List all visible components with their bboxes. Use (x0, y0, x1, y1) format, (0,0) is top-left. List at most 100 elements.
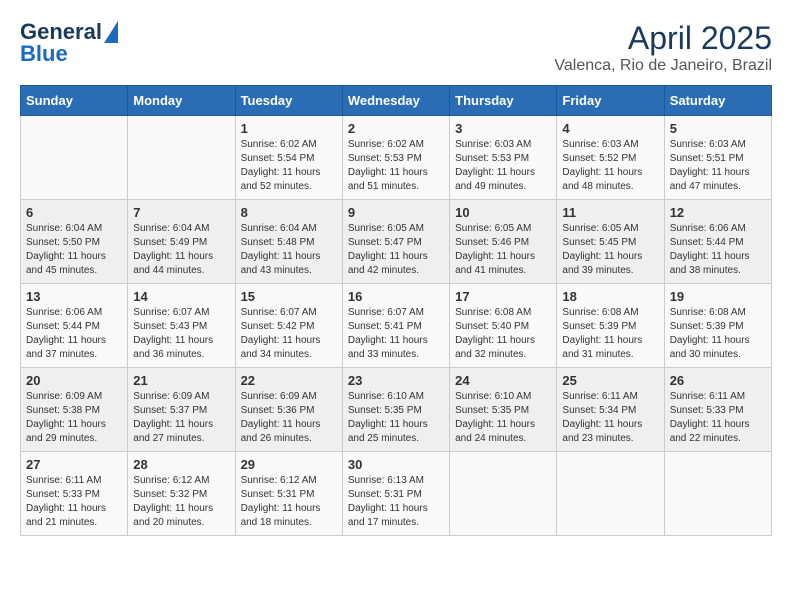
day-cell: 2 Sunrise: 6:02 AMSunset: 5:53 PMDaylight… (342, 116, 449, 200)
day-cell: 4 Sunrise: 6:03 AMSunset: 5:52 PMDaylight… (557, 116, 664, 200)
day-info: Sunrise: 6:02 AMSunset: 5:53 PMDaylight:… (348, 138, 444, 194)
week-row-4: 20 Sunrise: 6:09 AMSunset: 5:38 PMDayligh… (21, 368, 772, 452)
calendar-table: SundayMondayTuesdayWednesdayThursdayFrid… (20, 85, 772, 536)
day-cell: 5Sunrise: 6:03 AMSunset: 5:51 PMDaylight… (664, 116, 771, 200)
day-number: 28 (133, 457, 229, 472)
day-number: 21 (133, 373, 229, 388)
day-cell: 9 Sunrise: 6:05 AMSunset: 5:47 PMDaylight… (342, 200, 449, 284)
day-cell: 13Sunrise: 6:06 AMSunset: 5:44 PMDayligh… (21, 284, 128, 368)
day-cell (450, 452, 557, 536)
day-number: 8 (241, 205, 337, 220)
logo-blue-text: Blue (20, 42, 118, 66)
day-cell (557, 452, 664, 536)
day-number: 19 (670, 289, 766, 304)
week-row-5: 27 Sunrise: 6:11 AMSunset: 5:33 PMDayligh… (21, 452, 772, 536)
page-header: General Blue April 2025 Valenca, Rio de … (20, 20, 772, 75)
day-cell: 19Sunrise: 6:08 AMSunset: 5:39 PMDayligh… (664, 284, 771, 368)
day-number: 10 (455, 205, 551, 220)
location-title: Valenca, Rio de Janeiro, Brazil (554, 57, 772, 75)
day-cell: 1 Sunrise: 6:02 AMSunset: 5:54 PMDaylight… (235, 116, 342, 200)
col-header-tuesday: Tuesday (235, 86, 342, 116)
day-number: 18 (562, 289, 658, 304)
day-number: 30 (348, 457, 444, 472)
day-info: Sunrise: 6:08 AMSunset: 5:39 PMDaylight:… (562, 306, 658, 362)
day-number: 9 (348, 205, 444, 220)
day-number: 22 (241, 373, 337, 388)
day-info: Sunrise: 6:09 AMSunset: 5:36 PMDaylight:… (241, 390, 337, 446)
day-cell: 29 Sunrise: 6:12 AMSunset: 5:31 PMDayligh… (235, 452, 342, 536)
day-cell: 6Sunrise: 6:04 AMSunset: 5:50 PMDaylight… (21, 200, 128, 284)
day-info: Sunrise: 6:10 AMSunset: 5:35 PMDaylight:… (455, 390, 551, 446)
week-row-2: 6Sunrise: 6:04 AMSunset: 5:50 PMDaylight… (21, 200, 772, 284)
day-number: 7 (133, 205, 229, 220)
day-cell: 23 Sunrise: 6:10 AMSunset: 5:35 PMDayligh… (342, 368, 449, 452)
day-cell: 7 Sunrise: 6:04 AMSunset: 5:49 PMDaylight… (128, 200, 235, 284)
logo-triangle-icon (104, 21, 118, 43)
day-info: Sunrise: 6:13 AMSunset: 5:31 PMDaylight:… (348, 474, 444, 530)
day-cell: 17 Sunrise: 6:08 AMSunset: 5:40 PMDayligh… (450, 284, 557, 368)
day-info: Sunrise: 6:09 AMSunset: 5:38 PMDaylight:… (26, 390, 122, 446)
day-info: Sunrise: 6:04 AMSunset: 5:48 PMDaylight:… (241, 222, 337, 278)
day-number: 17 (455, 289, 551, 304)
day-info: Sunrise: 6:09 AMSunset: 5:37 PMDaylight:… (133, 390, 229, 446)
day-info: Sunrise: 6:11 AMSunset: 5:33 PMDaylight:… (670, 390, 766, 446)
day-cell: 15 Sunrise: 6:07 AMSunset: 5:42 PMDayligh… (235, 284, 342, 368)
day-number: 16 (348, 289, 444, 304)
week-row-1: 1 Sunrise: 6:02 AMSunset: 5:54 PMDaylight… (21, 116, 772, 200)
col-header-friday: Friday (557, 86, 664, 116)
day-info: Sunrise: 6:02 AMSunset: 5:54 PMDaylight:… (241, 138, 337, 194)
col-header-thursday: Thursday (450, 86, 557, 116)
day-number: 11 (562, 205, 658, 220)
day-info: Sunrise: 6:05 AMSunset: 5:47 PMDaylight:… (348, 222, 444, 278)
day-info: Sunrise: 6:04 AMSunset: 5:50 PMDaylight:… (26, 222, 122, 278)
day-number: 29 (241, 457, 337, 472)
col-header-wednesday: Wednesday (342, 86, 449, 116)
day-info: Sunrise: 6:03 AMSunset: 5:53 PMDaylight:… (455, 138, 551, 194)
day-cell: 21 Sunrise: 6:09 AMSunset: 5:37 PMDayligh… (128, 368, 235, 452)
day-info: Sunrise: 6:05 AMSunset: 5:45 PMDaylight:… (562, 222, 658, 278)
day-number: 27 (26, 457, 122, 472)
day-number: 24 (455, 373, 551, 388)
day-cell: 16Sunrise: 6:07 AMSunset: 5:41 PMDayligh… (342, 284, 449, 368)
day-number: 1 (241, 121, 337, 136)
day-cell: 26 Sunrise: 6:11 AMSunset: 5:33 PMDayligh… (664, 368, 771, 452)
day-number: 25 (562, 373, 658, 388)
day-cell: 22 Sunrise: 6:09 AMSunset: 5:36 PMDayligh… (235, 368, 342, 452)
header-row: SundayMondayTuesdayWednesdayThursdayFrid… (21, 86, 772, 116)
title-block: April 2025 Valenca, Rio de Janeiro, Braz… (554, 20, 772, 75)
day-info: Sunrise: 6:08 AMSunset: 5:40 PMDaylight:… (455, 306, 551, 362)
logo: General Blue (20, 20, 118, 66)
day-info: Sunrise: 6:12 AMSunset: 5:32 PMDaylight:… (133, 474, 229, 530)
day-cell: 27 Sunrise: 6:11 AMSunset: 5:33 PMDayligh… (21, 452, 128, 536)
day-cell: 14Sunrise: 6:07 AMSunset: 5:43 PMDayligh… (128, 284, 235, 368)
day-number: 12 (670, 205, 766, 220)
day-info: Sunrise: 6:11 AMSunset: 5:34 PMDaylight:… (562, 390, 658, 446)
month-title: April 2025 (554, 20, 772, 57)
day-info: Sunrise: 6:03 AMSunset: 5:52 PMDaylight:… (562, 138, 658, 194)
day-cell: 28 Sunrise: 6:12 AMSunset: 5:32 PMDayligh… (128, 452, 235, 536)
day-number: 15 (241, 289, 337, 304)
col-header-saturday: Saturday (664, 86, 771, 116)
day-info: Sunrise: 6:12 AMSunset: 5:31 PMDaylight:… (241, 474, 337, 530)
day-number: 4 (562, 121, 658, 136)
day-info: Sunrise: 6:05 AMSunset: 5:46 PMDaylight:… (455, 222, 551, 278)
day-cell: 25 Sunrise: 6:11 AMSunset: 5:34 PMDayligh… (557, 368, 664, 452)
day-info: Sunrise: 6:04 AMSunset: 5:49 PMDaylight:… (133, 222, 229, 278)
day-cell (664, 452, 771, 536)
day-cell: 12Sunrise: 6:06 AMSunset: 5:44 PMDayligh… (664, 200, 771, 284)
week-row-3: 13Sunrise: 6:06 AMSunset: 5:44 PMDayligh… (21, 284, 772, 368)
day-number: 13 (26, 289, 122, 304)
day-info: Sunrise: 6:10 AMSunset: 5:35 PMDaylight:… (348, 390, 444, 446)
col-header-sunday: Sunday (21, 86, 128, 116)
day-number: 20 (26, 373, 122, 388)
day-info: Sunrise: 6:07 AMSunset: 5:42 PMDaylight:… (241, 306, 337, 362)
day-info: Sunrise: 6:11 AMSunset: 5:33 PMDaylight:… (26, 474, 122, 530)
day-number: 5 (670, 121, 766, 136)
day-number: 26 (670, 373, 766, 388)
day-number: 2 (348, 121, 444, 136)
day-cell: 8 Sunrise: 6:04 AMSunset: 5:48 PMDaylight… (235, 200, 342, 284)
day-cell (21, 116, 128, 200)
day-number: 23 (348, 373, 444, 388)
day-cell (128, 116, 235, 200)
day-cell: 11 Sunrise: 6:05 AMSunset: 5:45 PMDayligh… (557, 200, 664, 284)
